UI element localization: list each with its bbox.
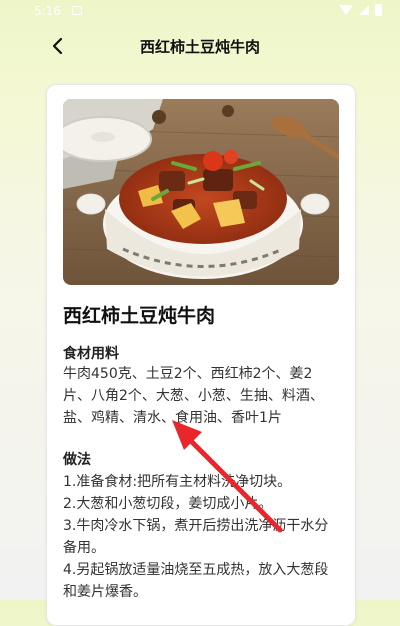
- battery-icon: [375, 4, 382, 16]
- recipe-photo: [63, 99, 339, 285]
- status-bar: 5:16: [0, 0, 400, 24]
- recipe-title: 西红柿土豆炖牛肉: [63, 305, 216, 327]
- page-title: 西红柿土豆炖牛肉: [139, 38, 260, 56]
- status-time: 5:16: [34, 4, 61, 18]
- ingredients-heading: 食材用料: [63, 346, 119, 362]
- beef-stew-image: [63, 99, 339, 285]
- wifi-icon: [339, 5, 353, 15]
- step-item: 3.牛肉冷水下锅，煮开后捞出洗净沥干水分备用。: [63, 518, 329, 556]
- status-indicators: [339, 4, 382, 16]
- step-item: 4.另起锅放适量油烧至五成热，放入大葱段和姜片爆香。: [63, 562, 329, 600]
- step-item: 2.大葱和小葱切段，姜切成小片。: [63, 496, 273, 512]
- recipe-card: 西红柿土豆炖牛肉 食材用料 牛肉450克、土豆2个、西红柿2个、姜2片、八角2个…: [46, 84, 356, 626]
- step-item: 1.准备食材:把所有主材料洗净切块。: [63, 474, 292, 490]
- header: 西红柿土豆炖牛肉: [0, 24, 400, 68]
- steps-list: 1.准备食材:把所有主材料洗净切块。 2.大葱和小葱切段，姜切成小片。 3.牛肉…: [63, 471, 339, 603]
- image-notification-icon: [72, 6, 82, 15]
- ingredients-list: 牛肉450克、土豆2个、西红柿2个、姜2片、八角2个、大葱、小葱、生抽、料酒、盐…: [63, 366, 324, 426]
- steps-heading: 做法: [63, 452, 91, 468]
- signal-icon: [359, 5, 369, 15]
